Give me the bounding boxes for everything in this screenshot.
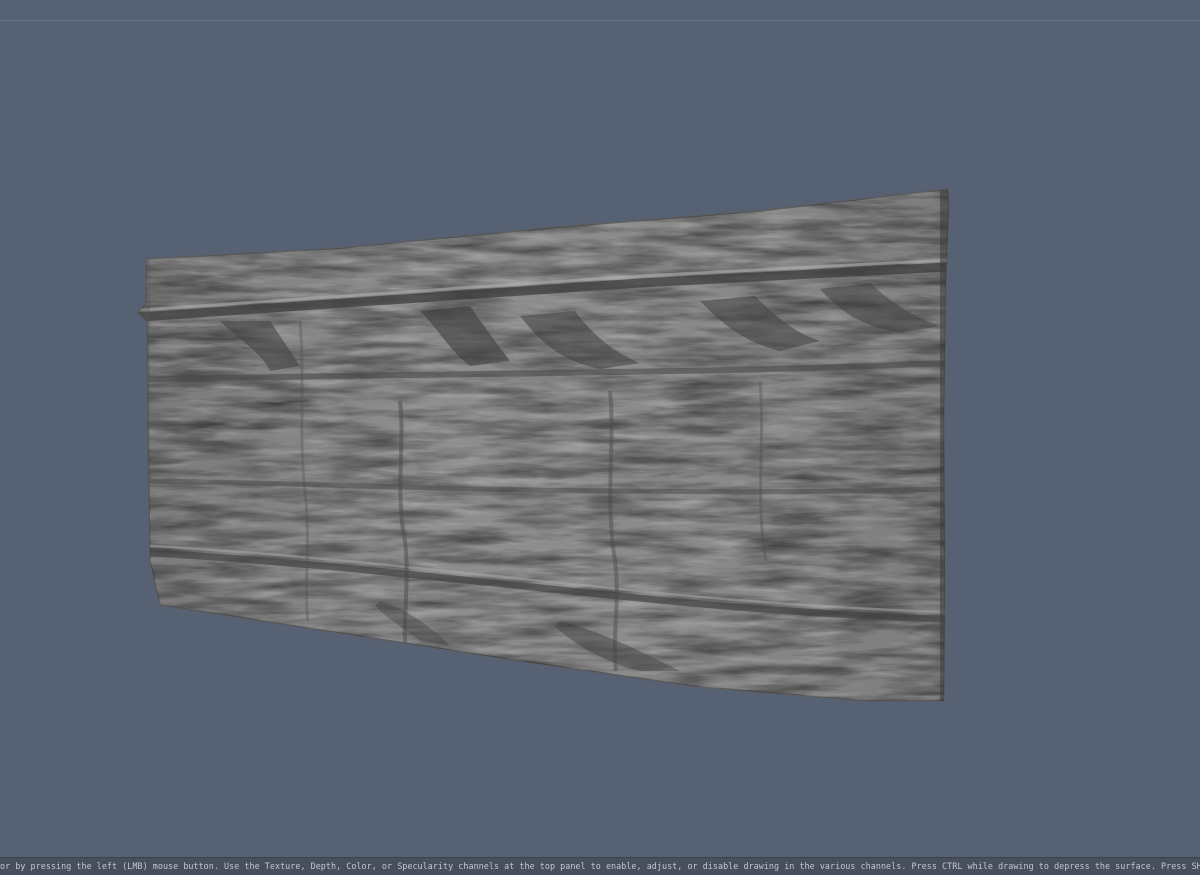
status-hint-text: or by pressing the left (LMB) mouse butt… (0, 861, 1200, 871)
top-panel-edge (0, 0, 1200, 21)
3d-viewport[interactable] (0, 21, 1200, 857)
status-bar: or by pressing the left (LMB) mouse butt… (0, 857, 1200, 875)
viewport-canvas[interactable] (0, 21, 1200, 857)
rock-wall-mesh[interactable] (130, 181, 960, 711)
sculpt-app-window: or by pressing the left (LMB) mouse butt… (0, 0, 1200, 875)
